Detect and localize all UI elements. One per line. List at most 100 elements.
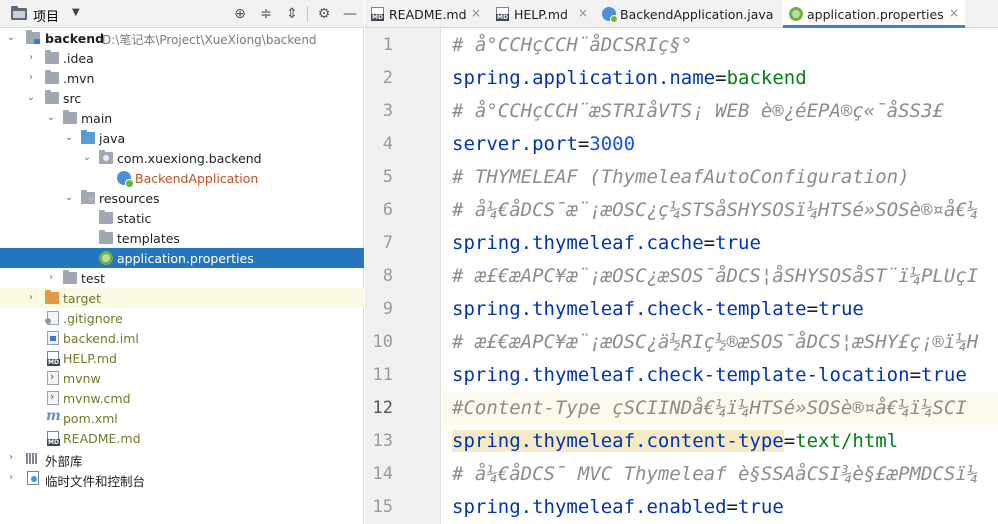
gitignore-file-icon (45, 311, 59, 325)
code-line: # æ£€æAPC¥æ¨¡æOSC¿ä½RIç½®æSOS¯åDCS¦æSHY£… (442, 326, 998, 359)
chevron-right-icon[interactable]: › (25, 48, 37, 68)
code-line: spring.thymeleaf.check-template=true (442, 293, 998, 326)
chevron-down-icon[interactable]: ⌄ (45, 108, 57, 128)
chevron-right-icon[interactable]: › (45, 268, 57, 288)
property-key: spring.thymeleaf.content-type (452, 430, 784, 452)
markdown-icon (496, 7, 509, 21)
tree-item-backend-iml[interactable]: backend.iml (0, 328, 364, 348)
excluded-folder-icon (45, 290, 59, 304)
chevron-right-icon[interactable]: › (25, 68, 37, 88)
line-number: 1 (382, 35, 393, 55)
chevron-down-icon[interactable]: ▼ (72, 7, 80, 18)
tree-item-path: D:\笔记本\Project\XueXiong\backend (102, 33, 317, 47)
tree-item-label: com.xuexiong.backend (117, 151, 262, 166)
hide-icon[interactable]: — (341, 5, 359, 23)
tree-item-target[interactable]: › target (0, 288, 364, 308)
iml-file-icon (47, 331, 59, 345)
property-value: true (738, 496, 784, 518)
code-comment: # æ£€æAPC¥æ¨¡æOSC¿ä½RIç½®æSOS¯åDCS¦æSHY£… (452, 331, 979, 353)
line-number: 15 (372, 497, 393, 517)
line-number: 8 (382, 266, 393, 286)
property-separator: = (806, 298, 819, 320)
tab-label: HELP.md (514, 7, 568, 22)
code-line: spring.thymeleaf.cache=true (442, 227, 998, 260)
line-number: 6 (382, 200, 393, 220)
tree-item-application-properties[interactable]: application.properties (0, 248, 364, 268)
code-comment: # å°CCHçCCH¨åDCSRIç§° (452, 34, 693, 56)
module-folder-icon (26, 30, 40, 44)
close-icon[interactable]: × (578, 6, 588, 20)
tree-item-mvn[interactable]: › .mvn (0, 68, 364, 88)
tree-item-scratches[interactable]: › 临时文件和控制台 (0, 468, 364, 489)
tree-item-idea[interactable]: › .idea (0, 48, 364, 68)
tree-item-backendapplication[interactable]: BackendApplication (0, 168, 364, 188)
tree-item-main[interactable]: ⌄ main (0, 108, 364, 128)
line-number: 12 (372, 398, 393, 418)
folder-icon (63, 270, 77, 284)
tree-item-help-md[interactable]: HELP.md (0, 348, 364, 368)
line-number: 9 (382, 299, 393, 319)
tab-readme-md[interactable]: README.md × (365, 0, 487, 28)
chevron-right-icon[interactable]: › (25, 288, 37, 308)
tree-item-test[interactable]: › test (0, 268, 364, 288)
gear-icon[interactable]: ⚙ (315, 5, 333, 23)
code-line-current: #Content-Type çSCIINDå€¼ï¼HTSé»SOSè®¤å€¼… (442, 392, 998, 425)
spring-properties-icon (789, 7, 803, 21)
tree-item-pom-xml[interactable]: pom.xml (0, 408, 364, 428)
tree-item-backend[interactable]: ⌄ backend D:\笔记本\Project\XueXiong\backen… (0, 28, 364, 48)
chevron-down-icon[interactable]: ⌄ (5, 28, 17, 48)
line-number: 2 (382, 68, 393, 88)
tree-item-mvnw[interactable]: mvnw (0, 368, 364, 388)
tree-item-label: templates (117, 231, 180, 246)
tree-item-src[interactable]: ⌄ src (0, 88, 364, 108)
tab-help-md[interactable]: HELP.md × (490, 0, 594, 28)
property-value: backend (726, 67, 807, 89)
property-separator: = (715, 67, 727, 89)
chevron-right-icon[interactable]: › (5, 448, 17, 468)
tree-item-mvnw-cmd[interactable]: mvnw.cmd (0, 388, 364, 408)
tree-item-package[interactable]: ⌄ com.xuexiong.backend (0, 148, 364, 168)
property-value: text/html (795, 430, 899, 452)
close-icon[interactable]: × (471, 6, 481, 20)
tree-item-resources[interactable]: ⌄ resources (0, 188, 364, 208)
chevron-down-icon[interactable]: ⌄ (81, 148, 93, 168)
tree-item-label: src (63, 91, 82, 106)
tab-application-properties[interactable]: application.properties × (783, 0, 965, 28)
locate-icon[interactable]: ⊕ (231, 5, 249, 23)
markdown-file-icon (47, 351, 60, 366)
code-comment: # THYMELEAF (ThymeleafAutoConfiguration) (452, 166, 910, 188)
source-folder-icon (81, 130, 95, 144)
tree-item-label: backend (45, 31, 105, 46)
code-line: # THYMELEAF (ThymeleafAutoConfiguration) (442, 161, 998, 194)
line-number: 3 (382, 101, 393, 121)
chevron-down-icon[interactable]: ⌄ (63, 128, 75, 148)
chevron-down-icon[interactable]: ⌄ (25, 88, 37, 108)
expand-all-icon[interactable]: ⇕ (283, 5, 301, 23)
project-view-title[interactable]: 项目 (33, 6, 59, 25)
script-file-icon (47, 370, 59, 385)
script-file-icon (47, 390, 59, 405)
tree-item-external-libraries[interactable]: › 外部库 (0, 448, 364, 469)
line-number: 5 (382, 167, 393, 187)
tree-item-java[interactable]: ⌄ java (0, 128, 364, 148)
chevron-right-icon[interactable]: › (5, 468, 17, 488)
tree-item-label: pom.xml (63, 411, 118, 426)
collapse-all-icon[interactable]: ≑ (257, 5, 275, 23)
tree-item-static[interactable]: static (0, 208, 364, 228)
tree-item-gitignore[interactable]: .gitignore (0, 308, 364, 328)
property-key: spring.application.name (452, 67, 716, 89)
close-icon[interactable]: × (949, 6, 959, 20)
folder-icon (45, 90, 59, 104)
code-line: spring.application.name=backend (442, 62, 998, 95)
property-separator: = (726, 496, 738, 518)
code-editor[interactable]: # å°CCHçCCH¨åDCSRIç§° spring.application… (442, 28, 998, 524)
tab-backendapplication-java[interactable]: BackendApplication.java (596, 0, 782, 28)
tree-item-readme-md[interactable]: README.md (0, 428, 364, 448)
chevron-down-icon[interactable]: ⌄ (63, 188, 75, 208)
tree-item-label: main (81, 111, 113, 126)
code-comment: # å¼€åDCS¯æ¨¡æOSC¿ç¼STSåSHYSOSï¼HTSé»SOS… (452, 199, 979, 221)
markdown-file-icon (47, 431, 60, 446)
code-line: # æ£€æAPC¥æ¨¡æOSC¿æSOS¯åDCS¦åSHYSOSåST¨ï… (442, 260, 998, 293)
project-folder-icon (11, 6, 27, 20)
tree-item-templates[interactable]: templates (0, 228, 364, 248)
